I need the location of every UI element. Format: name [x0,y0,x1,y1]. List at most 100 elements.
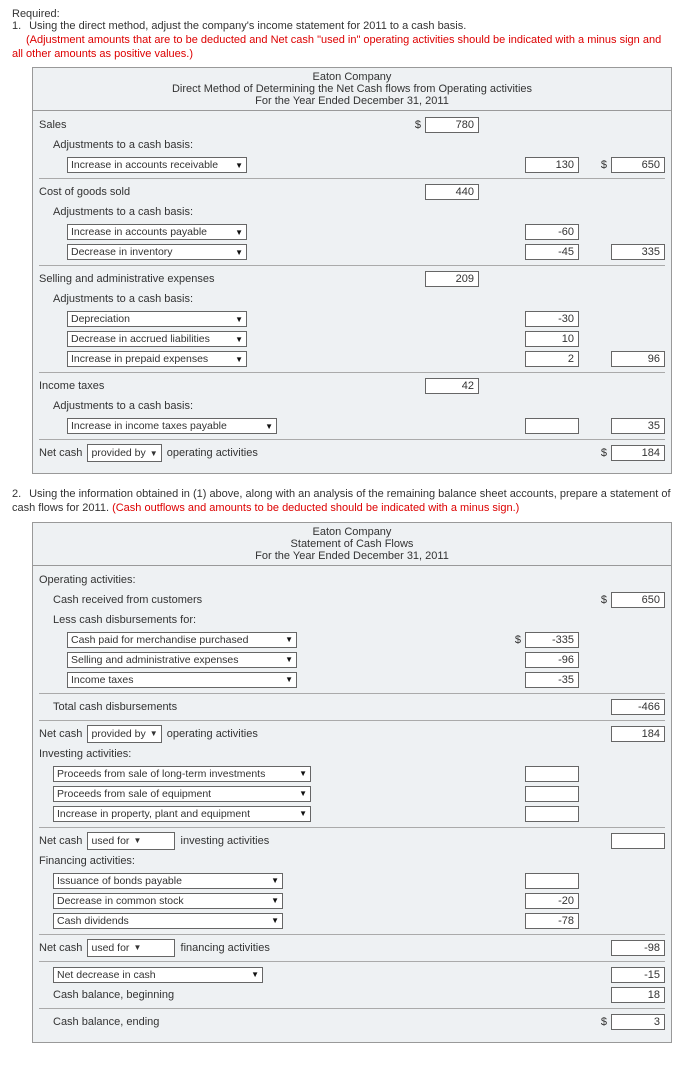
cogs-adj1-label: Increase in accounts payable [71,226,207,238]
fin1-label: Issuance of bonds payable [57,875,182,887]
chevron-down-icon: ▼ [251,970,259,979]
chevron-down-icon: ▼ [150,449,158,458]
tax-adj1-label: Increase in income taxes payable [71,420,227,432]
beg-balance-value[interactable]: 18 [611,987,665,1003]
cogs-adj1-select[interactable]: Increase in accounts payable ▼ [67,224,247,240]
fin-net-select[interactable]: used for▼ [87,939,175,957]
op-net-pre: Net cash [39,728,82,740]
inv1-select[interactable]: Proceeds from sale of long-term investme… [53,766,311,782]
panel2-header: Eaton Company Statement of Cash Flows Fo… [33,523,671,566]
fin-net-pre: Net cash [39,942,82,954]
disb2-select[interactable]: Selling and administrative expenses ▼ [67,652,297,668]
tax-adj1-select[interactable]: Increase in income taxes payable▼ [67,418,277,434]
inv1-value[interactable] [525,766,579,782]
inv3-value[interactable] [525,806,579,822]
sales-label: Sales [39,119,411,131]
less-disb-label: Less cash disbursements for: [39,614,411,626]
adj-basis-label: Adjustments to a cash basis: [39,139,411,151]
fin3-label: Cash dividends [57,915,129,927]
sga-adj2-label: Decrease in accrued liabilities [71,333,210,345]
sga-total[interactable]: 96 [611,351,665,367]
net-decrease-value[interactable]: -15 [611,967,665,983]
netcash-select[interactable]: provided by▼ [87,444,161,462]
disb3-value[interactable]: -35 [525,672,579,688]
net-decrease-select[interactable]: Net decrease in cash ▼ [53,967,263,983]
sales-total[interactable]: 650 [611,157,665,173]
question-1: 1. Using the direct method, adjust the c… [12,20,672,61]
chevron-down-icon: ▼ [235,355,243,364]
cogs-value[interactable]: 440 [425,184,479,200]
inv-net-value[interactable] [611,833,665,849]
disb1-value[interactable]: -335 [525,632,579,648]
inv2-value[interactable] [525,786,579,802]
disb1-select[interactable]: Cash paid for merchandise purchased ▼ [67,632,297,648]
fin1-select[interactable]: Issuance of bonds payable ▼ [53,873,283,889]
sga-adj3-select[interactable]: Increase in prepaid expenses ▼ [67,351,247,367]
fin2-label: Decrease in common stock [57,895,184,907]
fin3-value[interactable]: -78 [525,913,579,929]
tax-total[interactable]: 35 [611,418,665,434]
sga-adj1-value[interactable]: -30 [525,311,579,327]
sga-adj2-value[interactable]: 10 [525,331,579,347]
panel1-header: Eaton Company Direct Method of Determini… [33,68,671,111]
cogs-adj2-select[interactable]: Decrease in inventory▼ [67,244,247,260]
dollar-sign: $ [515,634,521,646]
dollar-sign: $ [415,119,421,131]
disb3-select[interactable]: Income taxes▼ [67,672,297,688]
sga-adj1-label: Depreciation [71,313,130,325]
chevron-down-icon: ▼ [299,789,307,798]
sales-adj1-value[interactable]: 130 [525,157,579,173]
sga-adj2-select[interactable]: Decrease in accrued liabilities▼ [67,331,247,347]
disb3-label: Income taxes [71,674,133,686]
sales-adj1-select[interactable]: Increase in accounts receivable▼ [67,157,247,173]
inv2-select[interactable]: Proceeds from sale of equipment▼ [53,786,311,802]
inv3-select[interactable]: Increase in property, plant and equipmen… [53,806,311,822]
sga-value[interactable]: 209 [425,271,479,287]
cogs-total[interactable]: 335 [611,244,665,260]
cogs-adj2-value[interactable]: -45 [525,244,579,260]
fin2-value[interactable]: -20 [525,893,579,909]
cogs-adj2-label: Decrease in inventory [71,246,173,258]
dollar-sign: $ [601,447,607,459]
sales-value[interactable]: 780 [425,117,479,133]
inv-net-select[interactable]: used for▼ [87,832,175,850]
panel-direct-method: Eaton Company Direct Method of Determini… [32,67,672,474]
disb1-label: Cash paid for merchandise purchased [71,634,248,646]
fin-net-value[interactable]: -98 [611,940,665,956]
chevron-down-icon: ▼ [235,228,243,237]
total-disb-label: Total cash disbursements [39,701,411,713]
net-decrease-label: Net decrease in cash [57,969,156,981]
fin-net-post: financing activities [181,942,270,954]
op-activities-label: Operating activities: [39,574,411,586]
tax-value[interactable]: 42 [425,378,479,394]
cogs-adj1-value[interactable]: -60 [525,224,579,240]
sga-adj3-label: Increase in prepaid expenses [71,353,208,365]
fin2-select[interactable]: Decrease in common stock ▼ [53,893,283,909]
chevron-down-icon: ▼ [285,655,293,664]
chevron-down-icon: ▼ [271,876,279,885]
chevron-down-icon: ▼ [133,836,141,845]
panel1-h1: Eaton Company [33,71,671,83]
sga-adj1-select[interactable]: Depreciation▼ [67,311,247,327]
netcash-pre: Net cash [39,447,82,459]
tax-adj1-value[interactable] [525,418,579,434]
op-net-select[interactable]: provided by▼ [87,725,161,743]
chevron-down-icon: ▼ [271,896,279,905]
end-balance-value[interactable]: 3 [611,1014,665,1030]
fin1-value[interactable] [525,873,579,889]
cash-received-label: Cash received from customers [39,594,411,606]
chevron-down-icon: ▼ [285,635,293,644]
total-disb-value[interactable]: -466 [611,699,665,715]
disb2-value[interactable]: -96 [525,652,579,668]
panel2-h1: Eaton Company [33,526,671,538]
fin3-select[interactable]: Cash dividends▼ [53,913,283,929]
disb2-label: Selling and administrative expenses [71,654,239,666]
panel1-h3: For the Year Ended December 31, 2011 [33,95,671,107]
cash-received-value[interactable]: 650 [611,592,665,608]
fin-net-sel-label: used for [91,942,129,954]
op-net-value[interactable]: 184 [611,726,665,742]
chevron-down-icon: ▼ [299,769,307,778]
netcash-total[interactable]: 184 [611,445,665,461]
sga-adj3-value[interactable]: 2 [525,351,579,367]
inv1-label: Proceeds from sale of long-term investme… [57,768,265,780]
